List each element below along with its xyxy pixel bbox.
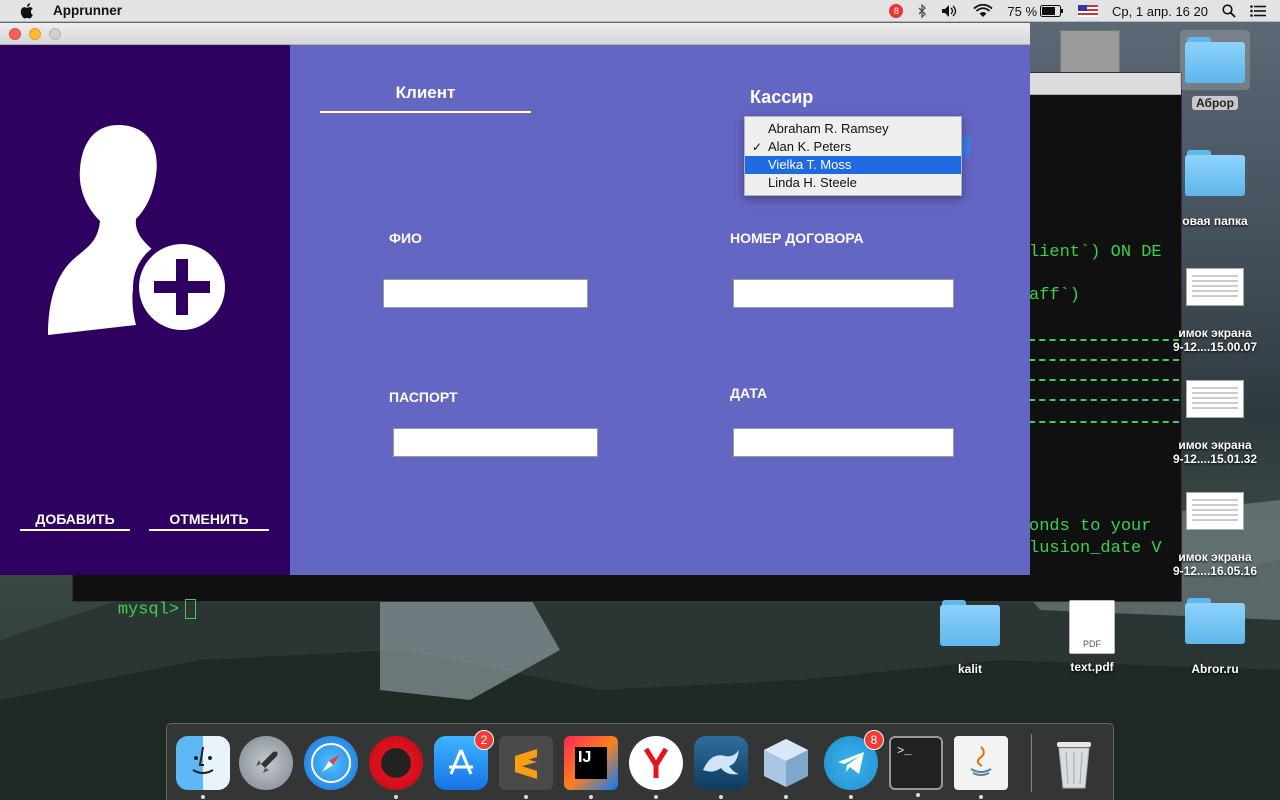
battery-status[interactable]: 75 % <box>1007 4 1064 19</box>
desktop-icon-label: овая папка <box>1182 214 1248 228</box>
dock-separator <box>1031 734 1032 792</box>
intellij-idea-icon[interactable]: IJ <box>564 736 618 799</box>
notification-badge[interactable]: 8 <box>889 4 904 18</box>
screenshot-thumbnail-icon <box>1186 492 1244 530</box>
battery-icon <box>1040 5 1064 17</box>
folder-icon <box>1185 150 1245 196</box>
mysql-workbench-icon[interactable] <box>694 736 748 799</box>
pdf-file-icon: PDF <box>1069 600 1115 654</box>
wifi-icon[interactable] <box>973 4 993 18</box>
desktop-screenshot-1[interactable]: имок экрана 9-12....15.00.07 <box>1170 268 1260 354</box>
dock: 2 IJ 8 >_ <box>166 723 1114 800</box>
volume-icon[interactable] <box>941 4 959 18</box>
app-window[interactable]: ДОБАВИТЬ ОТМЕНИТЬ Клиент Кассир ФИО НОМЕ… <box>0 23 1030 575</box>
cashier-dropdown-menu[interactable]: Abraham R. Ramsey ✓ Alan K. Peters Vielka… <box>744 116 962 196</box>
text-cursor <box>185 599 197 619</box>
folder-icon <box>940 600 1000 646</box>
launchpad-icon[interactable] <box>239 736 293 790</box>
desktop-icon-label: text.pdf <box>1070 660 1114 674</box>
sublime-text-icon[interactable] <box>499 736 553 799</box>
desktop-icon-label: kalit <box>957 662 982 676</box>
maximize-window-button[interactable] <box>49 28 61 40</box>
window-titlebar[interactable] <box>0 23 1030 45</box>
desktop-folder-abror-ru[interactable]: Abror.ru <box>1170 598 1260 676</box>
terminal-separator <box>1029 379 1179 381</box>
terminal-icon[interactable]: >_ <box>889 736 943 797</box>
desktop-folder-kalit[interactable]: kalit <box>925 600 1015 676</box>
terminal-separator <box>1029 399 1179 401</box>
background-window[interactable] <box>1060 30 1120 75</box>
tab-client[interactable]: Клиент <box>320 83 531 113</box>
safari-icon[interactable] <box>304 736 358 790</box>
terminal-line: onds to your <box>1029 517 1152 536</box>
menu-bar: Apprunner 8 75 % Ср, 1 апр. 16 20 <box>0 0 1280 22</box>
fio-label: ФИО <box>389 230 422 246</box>
desktop-screenshot-2[interactable]: имок экрана 9-12....15.01.32 <box>1170 380 1260 466</box>
desktop-icon-label: имок экрана 9-12....15.01.32 <box>1172 438 1258 466</box>
java-icon[interactable] <box>954 736 1008 799</box>
folder-icon <box>1180 30 1250 90</box>
passport-field[interactable] <box>393 428 598 457</box>
telegram-icon[interactable]: 8 <box>824 730 884 799</box>
minimize-window-button[interactable] <box>29 28 41 40</box>
cancel-button[interactable]: ОТМЕНИТЬ <box>149 511 269 531</box>
desktop-folder-abror[interactable]: Аброр <box>1170 30 1260 110</box>
passport-label: ПАСПОРТ <box>389 389 458 405</box>
clock[interactable]: Ср, 1 апр. 16 20 <box>1112 4 1208 19</box>
desktop-folder-new[interactable]: овая папка <box>1170 150 1260 228</box>
desktop-icon-label: имок экрана 9-12....16.05.16 <box>1172 550 1258 578</box>
sidebar: ДОБАВИТЬ ОТМЕНИТЬ <box>0 45 290 575</box>
desktop-file-text-pdf[interactable]: PDF text.pdf <box>1047 600 1137 674</box>
add-user-icon <box>48 125 228 336</box>
virtualbox-icon[interactable] <box>759 736 813 799</box>
desktop-icon-label: Abror.ru <box>1191 662 1239 676</box>
add-button[interactable]: ДОБАВИТЬ <box>20 511 130 531</box>
finder-icon[interactable] <box>176 736 230 799</box>
contract-number-label: НОМЕР ДОГОВОРА <box>730 230 864 246</box>
terminal-separator <box>1029 339 1179 341</box>
trash-icon[interactable] <box>1047 736 1101 790</box>
mysql-prompt: mysql> <box>117 600 180 620</box>
us-flag-icon[interactable] <box>1078 5 1099 17</box>
spotlight-search-icon[interactable] <box>1222 4 1236 18</box>
contract-number-field[interactable] <box>733 279 954 308</box>
telegram-badge: 8 <box>864 730 884 750</box>
date-field[interactable] <box>733 428 954 457</box>
cashier-label: Кассир <box>750 87 814 107</box>
date-label: ДАТА <box>730 385 768 401</box>
fio-field[interactable] <box>383 279 588 308</box>
menu-bar-status: 8 75 % Ср, 1 апр. 16 20 <box>889 0 1280 22</box>
desktop-screenshot-3[interactable]: имок экрана 9-12....16.05.16 <box>1170 492 1260 578</box>
screenshot-thumbnail-icon <box>1186 268 1244 306</box>
desktop-icon-label: имок экрана 9-12....15.00.07 <box>1172 326 1258 354</box>
folder-icon <box>1185 598 1245 644</box>
screenshot-thumbnail-icon <box>1186 380 1244 418</box>
apple-logo-icon[interactable] <box>20 2 36 19</box>
close-window-button[interactable] <box>9 28 21 40</box>
terminal-line: lusion_date V <box>1029 539 1162 558</box>
desktop-icon-label: Аброр <box>1192 96 1238 110</box>
terminal-separator <box>1029 421 1179 423</box>
app-store-icon[interactable]: 2 <box>434 730 494 790</box>
app-store-badge: 2 <box>474 730 494 750</box>
terminal-separator <box>1029 359 1179 361</box>
cashier-option[interactable]: Abraham R. Ramsey <box>745 120 961 138</box>
opera-icon[interactable] <box>369 736 423 799</box>
bluetooth-icon[interactable] <box>917 4 927 18</box>
terminal-prompt-line[interactable]: mysql> <box>77 580 197 638</box>
active-app-name[interactable]: Apprunner <box>53 3 122 18</box>
cashier-option-selected[interactable]: ✓ Alan K. Peters <box>745 138 961 156</box>
cashier-option[interactable]: Linda H. Steele <box>745 174 961 192</box>
cashier-option-highlighted[interactable]: Vielka T. Moss <box>745 156 961 174</box>
notification-center-icon[interactable] <box>1250 5 1266 17</box>
checkmark-icon: ✓ <box>752 140 763 154</box>
terminal-line: aff`) <box>1029 286 1081 305</box>
terminal-line: lient`) ON DE <box>1029 243 1162 262</box>
yandex-browser-icon[interactable] <box>629 736 683 799</box>
